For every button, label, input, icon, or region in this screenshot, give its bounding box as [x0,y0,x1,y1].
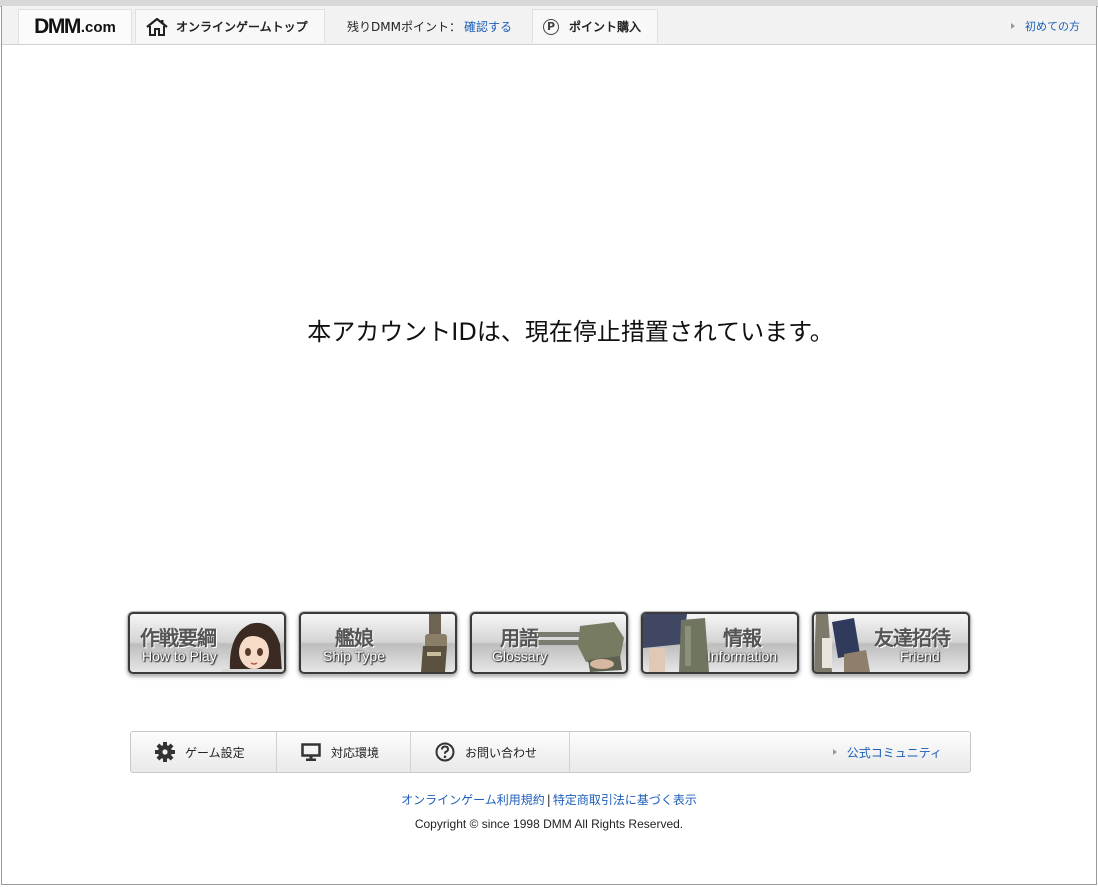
header-bar: DMM .com オンラインゲームトップ 残りDMMポイント： 確認する P ポイン… [2,6,1096,45]
triangle-right-icon [1011,23,1015,29]
points-label: 残りDMMポイント： [347,19,461,34]
remaining-points: 残りDMMポイント： 確認する [347,9,512,43]
online-game-top-link[interactable]: オンラインゲームトップ [135,9,325,43]
game-settings-label: ゲーム設定 [185,745,245,760]
buy-points-button[interactable]: P ポイント購入 [532,9,658,43]
account-suspended-message: 本アカウントIDは、現在停止措置されています。 [307,318,834,346]
ship-type-button[interactable]: 艦娘 Ship Type [299,612,457,674]
how-to-play-kanji: 作戦要綱 [140,626,217,650]
contact-label: お問い合わせ [465,745,538,760]
uniform-figure-icon [643,614,709,672]
online-game-top-label: オンラインゲームトップ [176,20,308,34]
how-to-play-english: How to Play [142,648,217,664]
copyright-text: Copyright © since 1998 DMM All Rights Re… [414,817,684,831]
friend-figure-icon [814,614,870,672]
ship-leg-icon [421,614,447,672]
first-time-label: 初めての方 [1025,20,1080,33]
gear-icon [155,742,175,762]
logo-suffix: .com [80,18,116,36]
information-kanji: 情報 [723,626,762,650]
first-time-link[interactable]: 初めての方 [1011,9,1080,43]
points-check-link[interactable]: 確認する [464,18,512,35]
dmm-logo[interactable]: DMM .com [18,9,132,44]
official-community-label: 公式コミュニティ [846,745,942,760]
terms-of-use-link[interactable]: オンラインゲーム利用規約 [401,793,545,807]
footer-links: オンラインゲーム利用規約 | 特定商取引法に基づく表示 [2,791,1096,808]
friend-english: Friend [900,648,940,664]
monitor-icon [301,743,321,761]
ship-type-kanji: 艦娘 [335,626,374,650]
contact-button[interactable]: お問い合わせ [411,732,570,772]
information-button[interactable]: 情報 Information [641,612,799,674]
supported-environment-button[interactable]: 対応環境 [277,732,411,772]
help-icon [435,742,455,762]
footer-menu: ゲーム設定 対応環境 お問い合わせ 公式コミュニティ [130,731,971,773]
information-english: Information [707,648,778,664]
friend-button[interactable]: 友達招待 Friend [812,612,970,674]
buy-points-label: ポイント購入 [569,20,642,34]
official-community-link[interactable]: 公式コミュニティ [832,732,942,772]
supported-environment-label: 対応環境 [331,745,380,760]
game-settings-button[interactable]: ゲーム設定 [131,732,277,772]
girl-portrait-icon [222,622,284,672]
game-menu-buttons: 作戦要綱 How to Play 艦娘 Ship Type 用語 Glossar… [128,612,970,674]
friend-kanji: 友達招待 [874,626,951,650]
how-to-play-button[interactable]: 作戦要綱 How to Play [128,612,286,674]
ship-type-english: Ship Type [323,648,386,664]
page-frame: DMM .com オンラインゲームトップ 残りDMMポイント： 確認する P ポイン… [1,6,1097,885]
glossary-button[interactable]: 用語 Glossary [470,612,628,674]
logo-main: DMM [34,15,81,38]
glossary-kanji: 用語 [500,626,539,650]
point-icon: P [543,18,559,35]
commerce-law-link[interactable]: 特定商取引法に基づく表示 [553,793,697,807]
glossary-english: Glossary [492,648,548,664]
triangle-right-icon [832,749,837,755]
home-icon [146,17,168,36]
link-separator: | [546,793,551,807]
